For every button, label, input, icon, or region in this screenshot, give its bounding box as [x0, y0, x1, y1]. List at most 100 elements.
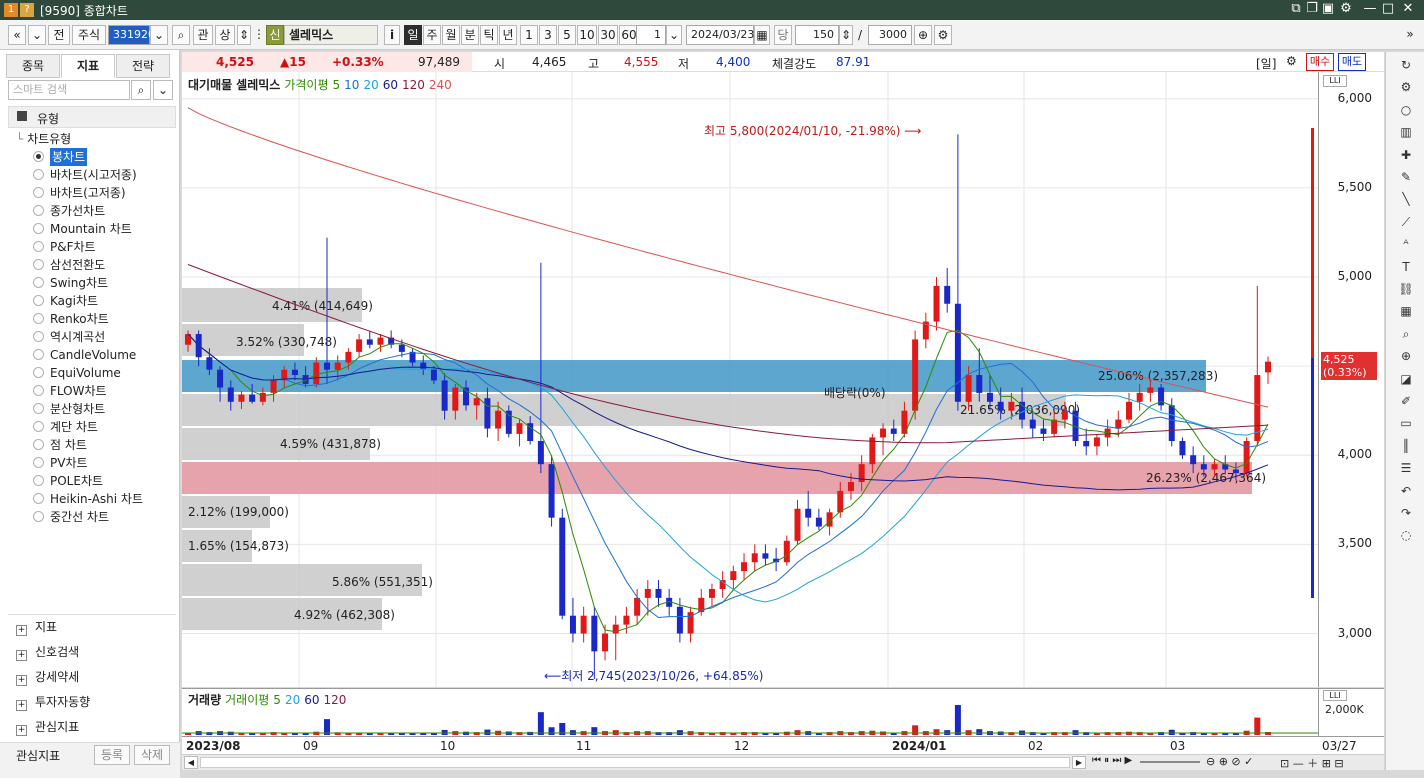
period-button[interactable]: 주 [423, 25, 441, 45]
count-input[interactable]: 150 [795, 25, 839, 45]
section-item[interactable]: + 신호검색 [16, 641, 79, 663]
toolbar-settings-icon[interactable]: ⚙ [934, 25, 952, 45]
redo-icon[interactable]: ↷ [1397, 504, 1415, 522]
chart-type-item[interactable]: 종가선차트 [50, 202, 105, 220]
minimize-icon[interactable]: — [1362, 1, 1378, 16]
period-button[interactable]: 월 [442, 25, 460, 45]
chart-type-item[interactable]: 분산형차트 [50, 400, 105, 418]
market-select[interactable]: 주식 [72, 25, 106, 45]
zoom-slider[interactable] [1140, 761, 1200, 763]
radio-icon[interactable] [33, 295, 44, 306]
frame-icon[interactable]: ▭ [1397, 414, 1415, 432]
radio-icon[interactable] [33, 313, 44, 324]
fill-icon[interactable]: ◪ [1397, 370, 1415, 388]
group-button[interactable]: 관 [193, 25, 213, 45]
link-icon[interactable]: ⧉ [1288, 1, 1304, 16]
radio-icon[interactable] [33, 331, 44, 342]
code-dropdown-icon[interactable]: ⌄ [150, 25, 168, 45]
radio-icon[interactable] [33, 169, 44, 180]
radio-icon[interactable] [33, 421, 44, 432]
playback-controls[interactable]: ⏮ ⏸ ⏭ ▶ [1092, 755, 1132, 766]
volume-scale-icon[interactable]: LLI [1323, 690, 1347, 701]
diagonal-icon[interactable]: ⟋ [1397, 213, 1415, 231]
dot-icon[interactable]: ◌ [1397, 526, 1415, 544]
draw-icon[interactable]: ✐ [1397, 392, 1415, 410]
chart-type-item[interactable]: EquiVolume [50, 364, 121, 382]
camera-icon[interactable]: ▣ [1320, 1, 1336, 16]
chart-type-item[interactable]: 바차트(고저종) [50, 184, 126, 202]
scroll-thumb[interactable] [200, 757, 1070, 768]
calendar-icon[interactable]: ▦ [754, 25, 770, 45]
help-icon[interactable]: ? [20, 3, 34, 17]
period-button[interactable]: 분 [461, 25, 479, 45]
tab-strategy[interactable]: 전략 [116, 54, 170, 78]
count-spin-icon[interactable]: ⇕ [839, 25, 853, 45]
copy-icon[interactable]: ❐ [1304, 1, 1320, 16]
delete-button[interactable]: 삭제 [134, 745, 170, 765]
chart-type-item[interactable]: Swing차트 [50, 274, 108, 292]
cross-icon[interactable]: ✚ [1397, 146, 1415, 164]
chart-type-item[interactable]: 계단 차트 [50, 418, 98, 436]
circle-icon[interactable]: ○ [1397, 101, 1415, 119]
zoom-controls[interactable]: ⊖ ⊕ ⊘ ✓ [1206, 755, 1253, 768]
radio-icon[interactable] [33, 457, 44, 468]
close-icon[interactable]: ✕ [1400, 1, 1416, 16]
chart-type-item[interactable]: POLE차트 [50, 472, 103, 490]
scrollbar[interactable]: ◀ ▶ ⏮ ⏸ ⏭ ▶ ⊖ ⊕ ⊘ ✓ ⊡ — ＋ ⊞ ⊟ [182, 754, 1384, 770]
zoom-icon[interactable]: ⊕ [914, 25, 932, 45]
table-icon[interactable]: ☰ [1397, 459, 1415, 477]
search-icon[interactable]: ⌕ [131, 80, 151, 100]
radio-icon[interactable] [33, 385, 44, 396]
chart-type-item[interactable]: FLOW차트 [50, 382, 107, 400]
chart-type-item[interactable]: Kagi차트 [50, 292, 98, 310]
radio-icon[interactable] [33, 277, 44, 288]
settings-icon[interactable]: ⚙ [1338, 1, 1354, 16]
chart-type-item[interactable]: CandleVolume [50, 346, 136, 364]
minute-button[interactable]: 5 [558, 25, 576, 45]
section-item[interactable]: + 강세약세 [16, 666, 79, 688]
radio-icon[interactable] [33, 259, 44, 270]
auto-icon[interactable]: ᴬ [1397, 235, 1415, 253]
sort-button[interactable]: 상 [215, 25, 235, 45]
text-icon[interactable]: T [1397, 258, 1415, 276]
section-item[interactable]: + 관심지표 [16, 716, 79, 738]
chart-type-item[interactable]: PV차트 [50, 454, 88, 472]
undo-icon[interactable]: ↶ [1397, 482, 1415, 500]
spin-value-input[interactable]: 1 [636, 25, 666, 45]
chart-type-item[interactable]: Mountain 차트 [50, 220, 132, 238]
period-button[interactable]: 틱 [480, 25, 498, 45]
collapse-icon[interactable]: ⌄ [153, 80, 173, 100]
chart-type-item[interactable]: 봉차트 [50, 148, 88, 166]
tab-indicator[interactable]: 지표 [61, 54, 115, 78]
total-input[interactable]: 3000 [868, 25, 912, 45]
date-input[interactable]: 2024/03/23 [686, 25, 754, 45]
grid-icon[interactable]: ▦ [1397, 302, 1415, 320]
expand-icon[interactable]: » [1404, 25, 1416, 45]
radio-icon[interactable] [33, 349, 44, 360]
section-item[interactable]: + 투자자동향 [16, 691, 90, 713]
pen-icon[interactable]: ✎ [1397, 168, 1415, 186]
radio-icon[interactable] [33, 475, 44, 486]
axis-scale-icon[interactable]: LLI [1323, 75, 1347, 87]
radio-icon[interactable] [33, 439, 44, 450]
chart-type-item[interactable]: 역시계곡선 [50, 328, 105, 346]
gear-icon[interactable]: ⚙ [1397, 78, 1415, 96]
volume-chart[interactable]: 거래량 거래이평 5 20 60 120 [182, 688, 1318, 736]
view-controls[interactable]: ⊡ — ＋ ⊞ ⊟ [1280, 755, 1344, 771]
period-button[interactable]: 년 [499, 25, 517, 45]
tree-header[interactable]: └ 차트유형 [16, 130, 71, 147]
maximize-icon[interactable]: □ [1380, 1, 1396, 16]
spin-dropdown-icon[interactable]: ⌄ [666, 25, 682, 45]
chart-type-item[interactable]: 점 차트 [50, 436, 87, 454]
radio-icon[interactable] [33, 187, 44, 198]
radio-icon[interactable] [33, 151, 44, 162]
code-input[interactable]: 331920 [108, 25, 155, 45]
smart-search-input[interactable]: 스마트 검색 [8, 80, 130, 100]
chart-type-item[interactable]: Heikin-Ashi 차트 [50, 490, 143, 508]
radio-icon[interactable] [33, 241, 44, 252]
scroll-right-icon[interactable]: ▶ [1072, 756, 1086, 769]
chart-settings-icon[interactable]: ⚙ [1286, 54, 1297, 68]
search-icon[interactable]: ⌕ [172, 25, 190, 45]
radio-icon[interactable] [33, 403, 44, 414]
radio-icon[interactable] [33, 511, 44, 522]
